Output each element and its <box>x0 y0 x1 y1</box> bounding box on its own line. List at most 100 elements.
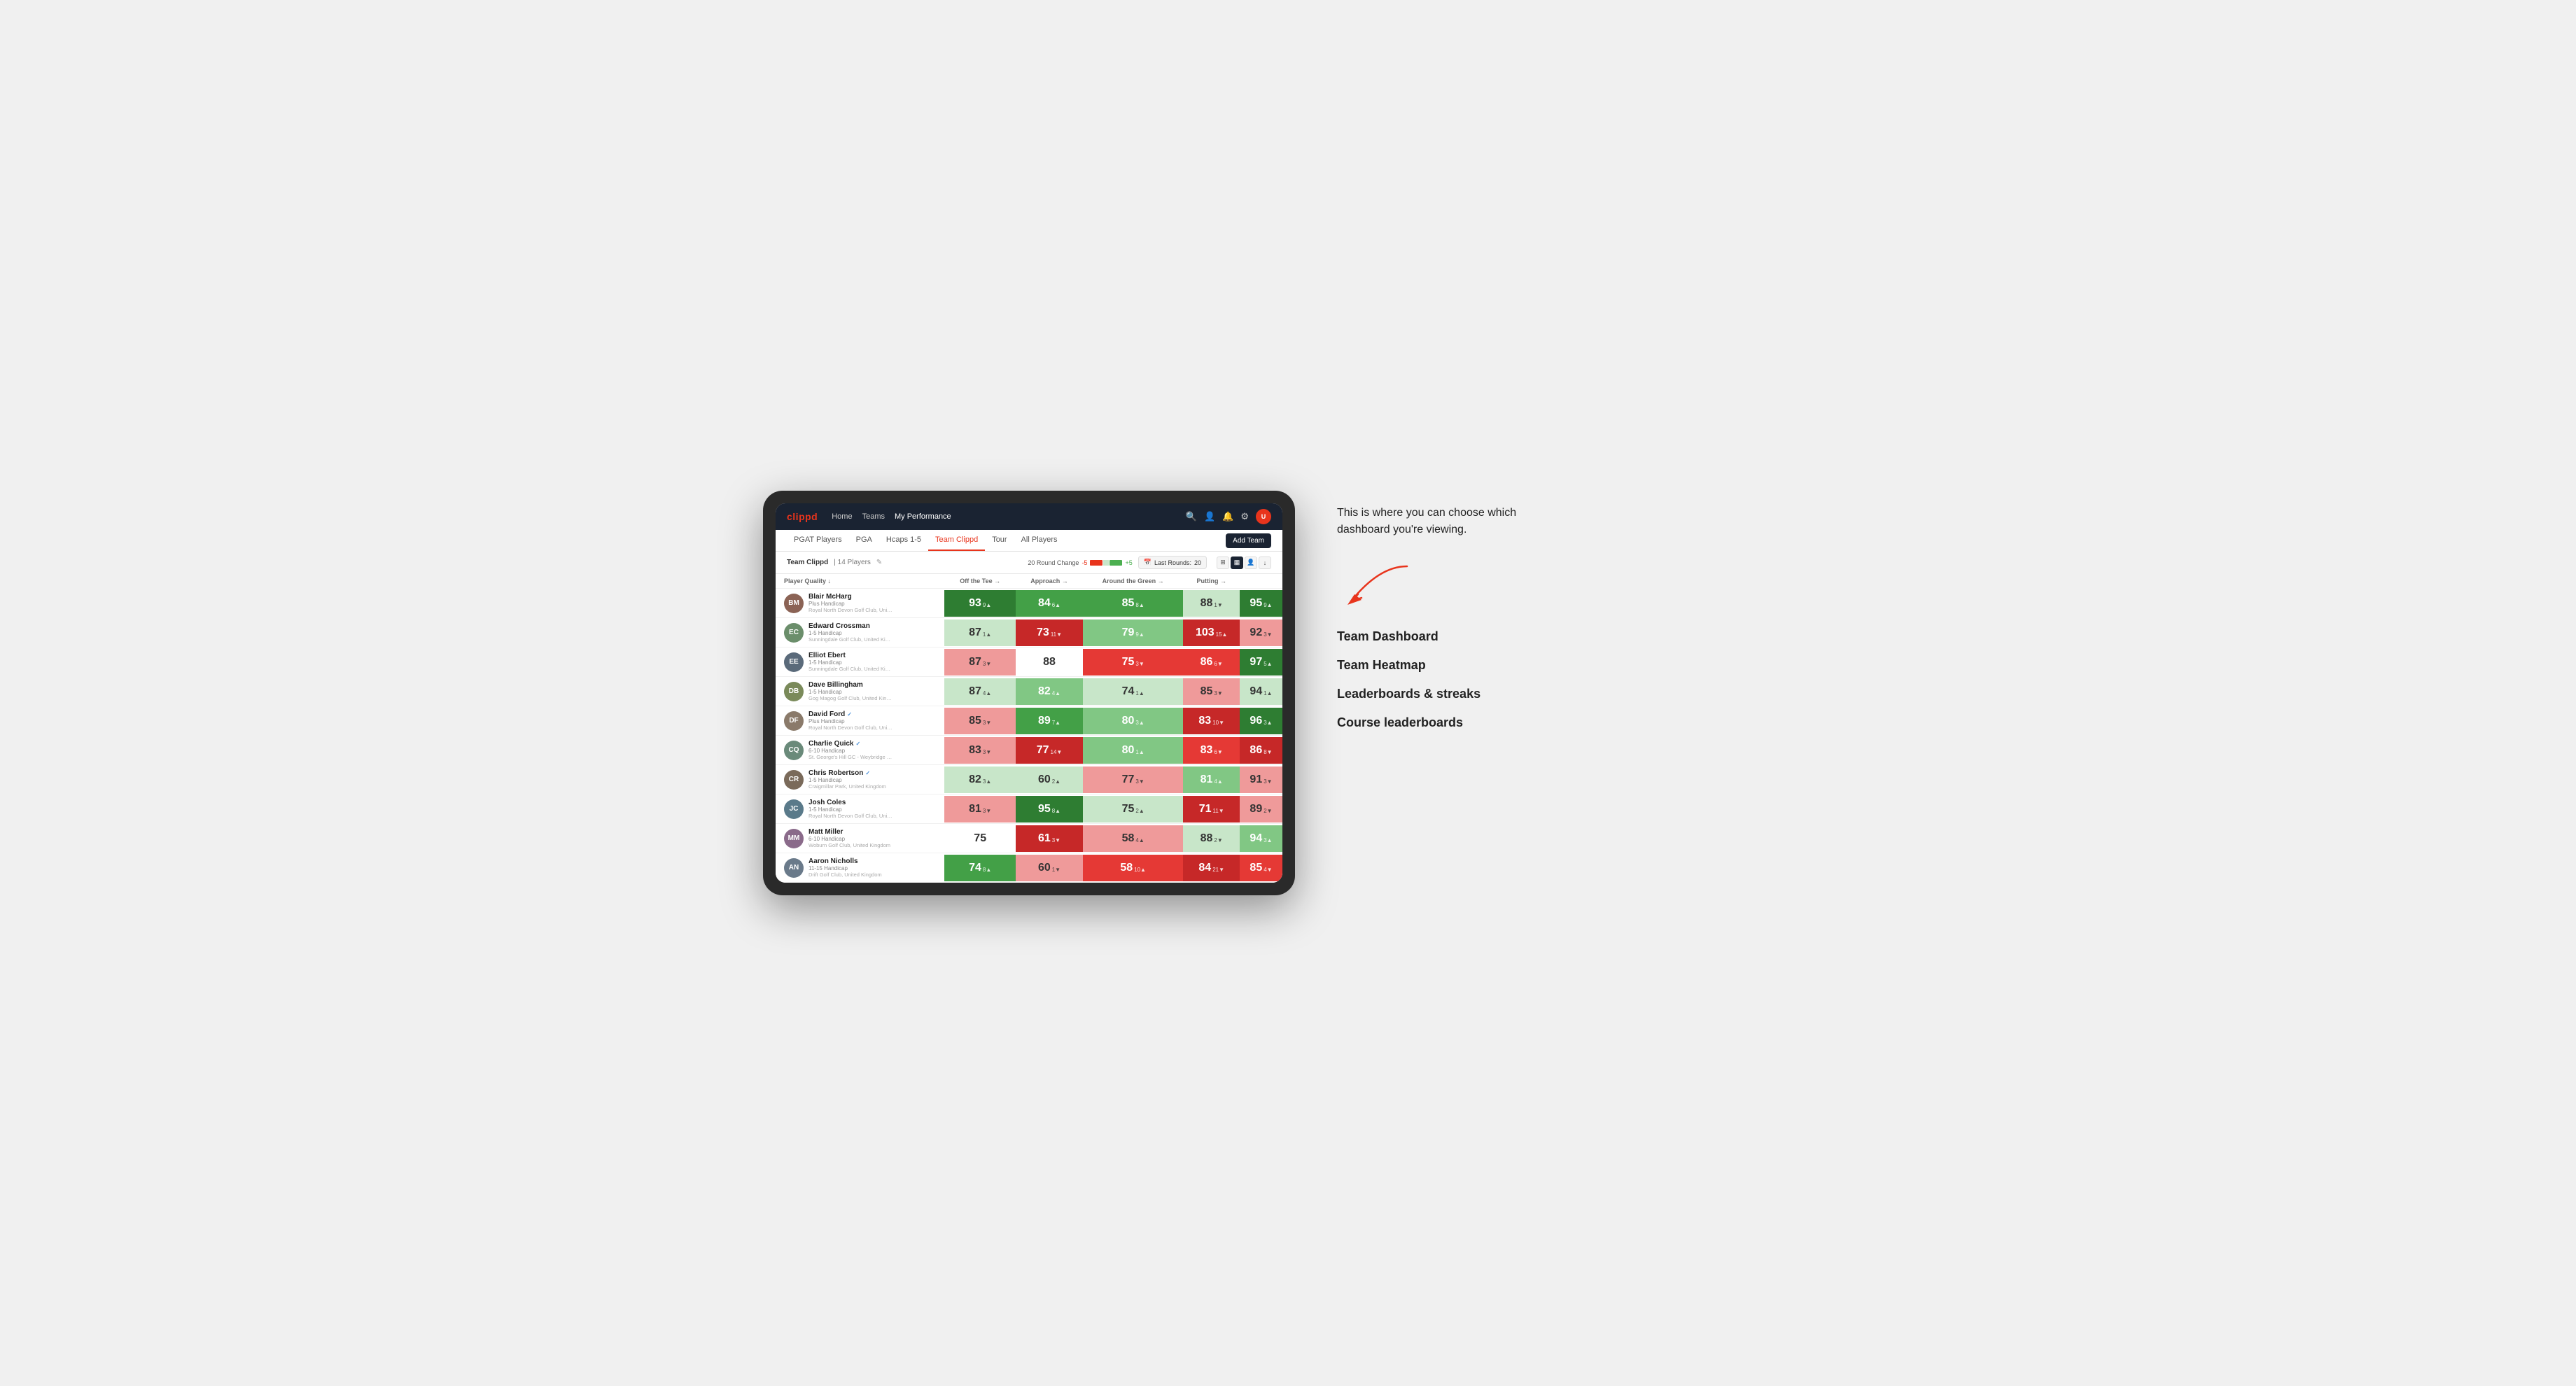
score-cell: 8310▼ <box>1183 706 1240 736</box>
page-wrapper: clippd Home Teams My Performance 🔍 👤 🔔 ⚙… <box>763 491 1813 895</box>
score-change: 3▼ <box>983 661 991 667</box>
score-cell: 824▲ <box>1016 677 1083 706</box>
score-value: 88 <box>1200 832 1213 845</box>
player-club: Royal North Devon Golf Club, United King… <box>808 724 892 731</box>
table-row[interactable]: DFDavid Ford✓Plus HandicapRoyal North De… <box>776 706 1282 736</box>
score-value: 82 <box>1038 685 1051 698</box>
tab-tour[interactable]: Tour <box>985 530 1014 551</box>
view-download-btn[interactable]: ↓ <box>1259 556 1271 569</box>
player-name: Edward Crossman <box>808 622 892 630</box>
player-handicap: 1-5 Handicap <box>808 777 886 783</box>
tab-all-players[interactable]: All Players <box>1014 530 1065 551</box>
player-club: Woburn Golf Club, United Kingdom <box>808 842 890 848</box>
player-cell[interactable]: DFDavid Ford✓Plus HandicapRoyal North De… <box>776 706 944 736</box>
table-row[interactable]: EEElliot Ebert1-5 HandicapSunningdale Go… <box>776 648 1282 677</box>
score-change: 1▲ <box>983 631 991 638</box>
score-value: 77 <box>1122 774 1135 786</box>
score-change: 1▲ <box>1264 690 1272 696</box>
score-value: 94 <box>1250 832 1262 845</box>
player-name: Matt Miller <box>808 828 890 836</box>
score-value: 60 <box>1038 862 1051 874</box>
table-row[interactable]: JCJosh Coles1-5 HandicapRoyal North Devo… <box>776 794 1282 824</box>
player-name: Elliot Ebert <box>808 652 892 659</box>
score-cell: 5810▲ <box>1083 853 1183 883</box>
table-row[interactable]: BMBlair McHargPlus HandicapRoyal North D… <box>776 589 1282 618</box>
view-grid-btn[interactable]: ⊞ <box>1217 556 1229 569</box>
nav-teams[interactable]: Teams <box>862 510 885 523</box>
annotation-course-leaderboards: Course leaderboards <box>1337 715 1575 730</box>
add-team-button[interactable]: Add Team <box>1226 533 1271 548</box>
score-value: 93 <box>969 597 981 610</box>
player-handicap: 6-10 Handicap <box>808 748 892 754</box>
annotation-team-dashboard: Team Dashboard <box>1337 629 1575 644</box>
score-change: 1▼ <box>1214 602 1222 608</box>
player-handicap: Plus Handicap <box>808 601 892 607</box>
player-cell[interactable]: CRChris Robertson✓1-5 HandicapCraigmilla… <box>776 765 944 794</box>
player-cell[interactable]: CQCharlie Quick✓6-10 HandicapSt. George'… <box>776 736 944 765</box>
player-cell[interactable]: DBDave Billingham1-5 HandicapGog Magog G… <box>776 677 944 706</box>
player-avatar: CQ <box>784 741 804 760</box>
avatar[interactable]: U <box>1256 509 1271 524</box>
score-cell: 823▲ <box>944 765 1016 794</box>
score-cell: 913▼ <box>1240 765 1282 794</box>
score-cell: 8421▼ <box>1183 853 1240 883</box>
score-change: 4▼ <box>1264 867 1272 873</box>
score-change: 3▲ <box>1264 837 1272 844</box>
player-cell[interactable]: ANAaron Nicholls11-15 HandicapDrift Golf… <box>776 853 944 883</box>
player-club: Sunningdale Golf Club, United Kingdom <box>808 666 892 672</box>
edit-icon[interactable]: ✎ <box>876 559 882 566</box>
verified-icon: ✓ <box>847 711 852 718</box>
table-row[interactable]: DBDave Billingham1-5 HandicapGog Magog G… <box>776 677 1282 706</box>
score-cell: 7111▼ <box>1183 794 1240 824</box>
nav-my-performance[interactable]: My Performance <box>895 510 951 523</box>
score-change: 2▼ <box>1214 837 1222 844</box>
player-avatar: EC <box>784 623 804 643</box>
table-row[interactable]: MMMatt Miller6-10 HandicapWoburn Golf Cl… <box>776 824 1282 853</box>
score-value: 103 <box>1196 626 1214 639</box>
table-row[interactable]: CQCharlie Quick✓6-10 HandicapSt. George'… <box>776 736 1282 765</box>
player-cell[interactable]: EEElliot Ebert1-5 HandicapSunningdale Go… <box>776 648 944 677</box>
verified-icon: ✓ <box>855 741 860 747</box>
col-player-quality: Player Quality ↓ <box>776 574 944 589</box>
player-cell[interactable]: ECEdward Crossman1-5 HandicapSunningdale… <box>776 618 944 648</box>
table-row[interactable]: ANAaron Nicholls11-15 HandicapDrift Golf… <box>776 853 1282 883</box>
score-cell: 773▼ <box>1083 765 1183 794</box>
tab-team-clippd[interactable]: Team Clippd <box>928 530 985 551</box>
player-handicap: 1-5 Handicap <box>808 689 892 695</box>
score-value: 80 <box>1122 744 1135 757</box>
nav-home[interactable]: Home <box>832 510 852 523</box>
score-change: 1▲ <box>1135 749 1144 755</box>
sub-nav-links: PGAT Players PGA Hcaps 1-5 Team Clippd T… <box>787 530 1224 551</box>
score-value: 85 <box>1200 685 1213 698</box>
score-change: 9▲ <box>1135 631 1144 638</box>
bell-icon[interactable]: 🔔 <box>1222 511 1233 522</box>
score-value: 87 <box>969 656 981 668</box>
score-cell: 846▲ <box>1016 589 1083 618</box>
tab-pga[interactable]: PGA <box>849 530 879 551</box>
annotation-items: Team Dashboard Team Heatmap Leaderboards… <box>1337 629 1575 730</box>
score-cell: 10315▲ <box>1183 618 1240 648</box>
user-icon[interactable]: 👤 <box>1204 511 1215 522</box>
score-change: 6▲ <box>1052 602 1060 608</box>
search-icon[interactable]: 🔍 <box>1186 511 1197 522</box>
player-avatar: CR <box>784 770 804 790</box>
player-cell[interactable]: MMMatt Miller6-10 HandicapWoburn Golf Cl… <box>776 824 944 853</box>
player-name: Dave Billingham <box>808 681 892 689</box>
score-value: 91 <box>1250 774 1262 786</box>
annotation-team-heatmap: Team Heatmap <box>1337 658 1575 673</box>
tab-pgat-players[interactable]: PGAT Players <box>787 530 849 551</box>
player-club: Drift Golf Club, United Kingdom <box>808 872 882 878</box>
score-value: 58 <box>1120 862 1133 874</box>
player-handicap: Plus Handicap <box>808 718 892 724</box>
tab-hcaps[interactable]: Hcaps 1-5 <box>879 530 928 551</box>
table-row[interactable]: CRChris Robertson✓1-5 HandicapCraigmilla… <box>776 765 1282 794</box>
score-cell: 943▲ <box>1240 824 1282 853</box>
settings-icon[interactable]: ⚙ <box>1240 511 1249 522</box>
player-cell[interactable]: BMBlair McHargPlus HandicapRoyal North D… <box>776 589 944 618</box>
player-cell[interactable]: JCJosh Coles1-5 HandicapRoyal North Devo… <box>776 794 944 824</box>
view-person-btn[interactable]: 👤 <box>1245 556 1257 569</box>
score-change: 8▲ <box>1135 602 1144 608</box>
table-row[interactable]: ECEdward Crossman1-5 HandicapSunningdale… <box>776 618 1282 648</box>
view-heatmap-btn[interactable]: ▦ <box>1231 556 1243 569</box>
last-rounds-button[interactable]: 📅 Last Rounds: 20 <box>1138 556 1207 569</box>
